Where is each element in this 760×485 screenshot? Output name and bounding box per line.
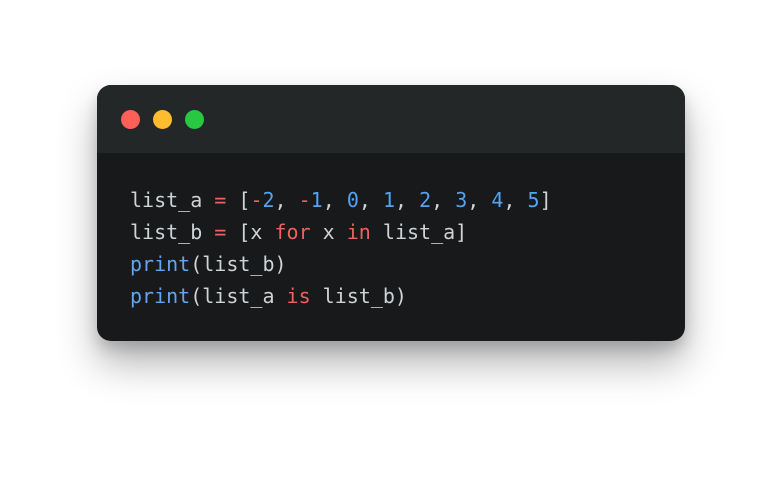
code-token-keyword: in: [346, 220, 371, 244]
code-token-plain: x: [310, 220, 347, 244]
code-token-number: 0: [346, 188, 359, 212]
code-block: list_a = [-2, -1, 0, 1, 2, 3, 4, 5] list_…: [130, 184, 552, 312]
minimize-button[interactable]: [153, 110, 172, 129]
code-token-plain: list_a: [130, 188, 215, 212]
code-token-operator: =: [214, 188, 227, 212]
window-titlebar: [97, 85, 685, 153]
code-token-plain: list_a]: [370, 220, 468, 244]
code-token-plain: [: [226, 188, 251, 212]
code-token-number: 1: [382, 188, 395, 212]
code-token-operator: -: [298, 188, 311, 212]
code-token-plain: ,: [322, 188, 347, 212]
code-token-plain: (list_a: [190, 284, 287, 308]
code-token-keyword: is: [286, 284, 311, 308]
code-token-plain: ,: [503, 188, 528, 212]
code-window: list_a = [-2, -1, 0, 1, 2, 3, 4, 5] list_…: [97, 85, 685, 341]
code-token-operator: -: [250, 188, 263, 212]
code-token-plain: ,: [395, 188, 420, 212]
code-token-number: 2: [419, 188, 432, 212]
code-token-plain: list_b): [310, 284, 407, 308]
code-line: print(list_a is list_b): [130, 280, 552, 312]
code-token-plain: list_b: [130, 220, 215, 244]
code-token-plain: (list_b): [190, 252, 287, 276]
maximize-button[interactable]: [185, 110, 204, 129]
code-token-operator: =: [214, 220, 227, 244]
code-token-number: 3: [455, 188, 468, 212]
code-token-keyword: for: [274, 220, 311, 244]
code-token-builtin: print: [130, 284, 191, 308]
code-token-number: 2: [262, 188, 275, 212]
code-token-plain: ]: [539, 188, 552, 212]
code-line: print(list_b): [130, 248, 552, 280]
code-token-builtin: print: [130, 252, 191, 276]
close-button[interactable]: [121, 110, 140, 129]
code-token-plain: ,: [431, 188, 456, 212]
code-token-plain: ,: [274, 188, 299, 212]
code-token-number: 1: [310, 188, 323, 212]
code-token-number: 5: [527, 188, 540, 212]
code-token-number: 4: [491, 188, 504, 212]
code-token-plain: ,: [467, 188, 492, 212]
code-line: list_a = [-2, -1, 0, 1, 2, 3, 4, 5]: [130, 184, 552, 216]
code-token-plain: ,: [358, 188, 383, 212]
code-token-plain: [x: [226, 220, 275, 244]
code-line: list_b = [x for x in list_a]: [130, 216, 552, 248]
